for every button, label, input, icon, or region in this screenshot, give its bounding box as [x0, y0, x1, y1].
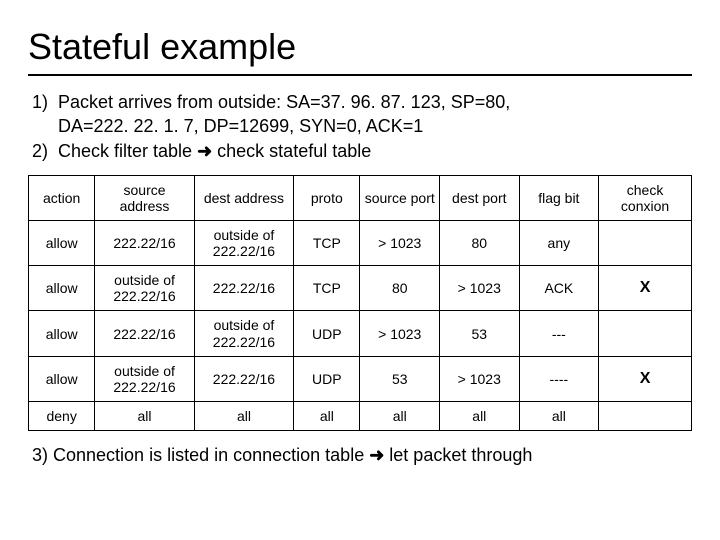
cell-proto: TCP — [294, 221, 360, 266]
step-1: 1) Packet arrives from outside: SA=37. 9… — [32, 90, 688, 139]
col-source-port: source port — [360, 175, 440, 220]
col-dest-address: dest address — [194, 175, 293, 220]
cell-proto: all — [294, 401, 360, 430]
cell-flag: all — [519, 401, 599, 430]
cell-action: allow — [29, 311, 95, 356]
step-3: 3) Connection is listed in connection ta… — [32, 445, 688, 466]
col-proto: proto — [294, 175, 360, 220]
col-dest-port: dest port — [440, 175, 520, 220]
cell-src-addr: all — [95, 401, 194, 430]
step-1-text: Packet arrives from outside: SA=37. 96. … — [58, 90, 510, 139]
step-3-text-b: let packet through — [384, 445, 532, 465]
table-row: allow 222.22/16 outside of 222.22/16 UDP… — [29, 311, 692, 356]
cell-src-addr: 222.22/16 — [95, 311, 194, 356]
step-2-text: Check filter table ➜ check stateful tabl… — [58, 139, 371, 163]
cell-action: deny — [29, 401, 95, 430]
cell-dst-addr: outside of 222.22/16 — [194, 221, 293, 266]
table-row: allow outside of 222.22/16 222.22/16 TCP… — [29, 266, 692, 311]
step-2-text-a: Check filter table — [58, 141, 197, 161]
title-rule — [28, 74, 692, 76]
col-flag-bit: flag bit — [519, 175, 599, 220]
step-2-text-b: check stateful table — [212, 141, 371, 161]
cell-flag: ACK — [519, 266, 599, 311]
step-3-text-a: 3) Connection is listed in connection ta… — [32, 445, 369, 465]
step-2-num: 2) — [32, 139, 58, 163]
slide: Stateful example 1) Packet arrives from … — [0, 0, 720, 466]
table-row: deny all all all all all all — [29, 401, 692, 430]
cell-dst-addr: 222.22/16 — [194, 266, 293, 311]
cell-flag: any — [519, 221, 599, 266]
cell-dst-port: > 1023 — [440, 356, 520, 401]
slide-title: Stateful example — [28, 26, 692, 68]
table-header-row: action source address dest address proto… — [29, 175, 692, 220]
step-2: 2) Check filter table ➜ check stateful t… — [32, 139, 688, 163]
cell-src-port: all — [360, 401, 440, 430]
table-row: allow outside of 222.22/16 222.22/16 UDP… — [29, 356, 692, 401]
col-action: action — [29, 175, 95, 220]
table-row: allow 222.22/16 outside of 222.22/16 TCP… — [29, 221, 692, 266]
cell-src-port: > 1023 — [360, 311, 440, 356]
cell-src-port: 80 — [360, 266, 440, 311]
step-list: 1) Packet arrives from outside: SA=37. 9… — [32, 90, 688, 163]
col-check-conxion: check conxion — [599, 175, 692, 220]
cell-src-port: > 1023 — [360, 221, 440, 266]
cell-proto: UDP — [294, 311, 360, 356]
cell-proto: UDP — [294, 356, 360, 401]
cell-check: X — [599, 356, 692, 401]
cell-dst-port: 53 — [440, 311, 520, 356]
cell-src-port: 53 — [360, 356, 440, 401]
cell-proto: TCP — [294, 266, 360, 311]
cell-check — [599, 401, 692, 430]
cell-dst-port: all — [440, 401, 520, 430]
cell-check — [599, 221, 692, 266]
cell-check: X — [599, 266, 692, 311]
cell-action: allow — [29, 221, 95, 266]
step-1-num: 1) — [32, 90, 58, 139]
arrow-icon: ➜ — [369, 445, 384, 465]
col-source-address: source address — [95, 175, 194, 220]
step-1-line1: Packet arrives from outside: SA=37. 96. … — [58, 92, 510, 112]
cell-flag: --- — [519, 311, 599, 356]
cell-src-addr: 222.22/16 — [95, 221, 194, 266]
cell-flag: ---- — [519, 356, 599, 401]
cell-action: allow — [29, 266, 95, 311]
cell-dst-addr: all — [194, 401, 293, 430]
arrow-icon: ➜ — [197, 141, 212, 161]
cell-action: allow — [29, 356, 95, 401]
cell-check — [599, 311, 692, 356]
cell-dst-port: 80 — [440, 221, 520, 266]
step-1-line2: DA=222. 22. 1. 7, DP=12699, SYN=0, ACK=1 — [58, 116, 423, 136]
cell-src-addr: outside of 222.22/16 — [95, 356, 194, 401]
cell-dst-addr: outside of 222.22/16 — [194, 311, 293, 356]
cell-dst-port: > 1023 — [440, 266, 520, 311]
cell-dst-addr: 222.22/16 — [194, 356, 293, 401]
filter-table: action source address dest address proto… — [28, 175, 692, 431]
cell-src-addr: outside of 222.22/16 — [95, 266, 194, 311]
